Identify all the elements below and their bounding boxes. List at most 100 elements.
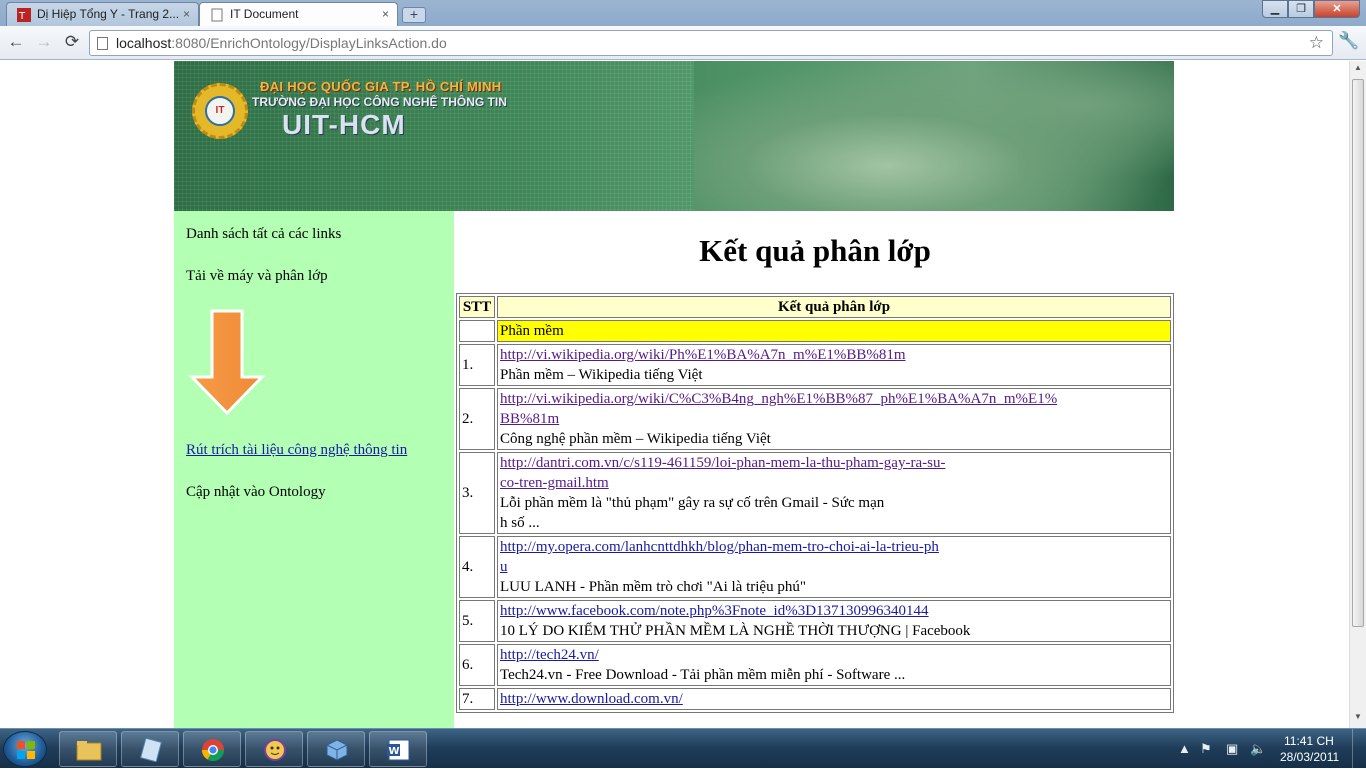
result-description: LUU LANH - Phần mềm trò chơi "Ai là triệ… (500, 579, 806, 595)
windows-logo-icon (17, 741, 35, 759)
result-link[interactable]: http://my.opera.com/lanhcnttdhkh/blog/ph… (500, 537, 1168, 557)
show-hidden-icon[interactable]: ▲ (1178, 741, 1191, 756)
result-link[interactable]: http://dantri.com.vn/c/s119-461159/loi-p… (500, 453, 1168, 473)
row-content: http://tech24.vn/ Tech24.vn - Free Downl… (497, 644, 1171, 686)
sidebar-item-download-classify: Tải về máy và phân lớp (186, 268, 328, 284)
result-description: Lỗi phần mềm là "thủ phạm" gây ra sự cố … (500, 495, 885, 511)
row-content: http://my.opera.com/lanhcnttdhkh/blog/ph… (497, 536, 1171, 598)
word-icon: W (387, 739, 410, 761)
close-window-button[interactable]: ✕ (1314, 0, 1360, 18)
banner-short-name: UIT-HCM (282, 109, 406, 140)
tab-di-hiep-tong-y[interactable]: T Dị Hiệp Tổng Y - Trang 2... × (6, 2, 199, 26)
page-icon (97, 37, 108, 50)
university-logo: IT (192, 83, 248, 139)
table-header-row: STT Kết quả phân lớp (459, 296, 1171, 318)
row-content: http://www.facebook.com/note.php%3Fnote_… (497, 600, 1171, 642)
back-button[interactable]: ← (5, 31, 27, 53)
result-link[interactable]: BB%81m (500, 409, 1168, 429)
result-link[interactable]: http://www.facebook.com/note.php%3Fnote_… (500, 601, 1168, 621)
category-row: Phần mềm (459, 320, 1171, 342)
table-row: 7. http://www.download.com.vn/ (459, 688, 1171, 710)
table-row: 3. http://dantri.com.vn/c/s119-461159/loi… (459, 452, 1171, 534)
row-number: 7. (459, 688, 495, 710)
notepad-icon (140, 738, 162, 762)
result-link[interactable]: u (500, 557, 1168, 577)
clock-time[interactable]: 11:41 CH (1284, 734, 1334, 748)
page-viewport: IT ĐẠI HỌC QUỐC GIA TP. HỒ CHÍ MINH TRƯỜ… (0, 61, 1366, 728)
flag-icon[interactable]: ⚑ (1200, 741, 1212, 757)
main-content: Kết quả phân lớp STT Kết quả phân lớp Ph… (456, 211, 1174, 728)
results-table: STT Kết quả phân lớp Phần mềm 1. http://v… (456, 293, 1174, 713)
taskbar-word[interactable]: W (369, 731, 427, 767)
maximize-button[interactable]: ❐ (1288, 0, 1314, 18)
svg-text:W: W (389, 746, 400, 757)
row-content: http://dantri.com.vn/c/s119-461159/loi-p… (497, 452, 1171, 534)
sidebar: Danh sách tất cả các links Tải về máy và… (174, 211, 454, 728)
result-link[interactable]: http://tech24.vn/ (500, 645, 1168, 665)
wrench-menu-icon[interactable]: 🔧 (1338, 31, 1359, 51)
taskbar-chrome[interactable] (183, 731, 241, 767)
taskbar-yahoo[interactable] (245, 731, 303, 767)
header-stt: STT (459, 296, 495, 318)
reload-button[interactable]: ⟳ (61, 31, 83, 53)
row-number: 2. (459, 388, 495, 450)
tab-close-icon[interactable]: × (183, 3, 190, 26)
tab-close-icon[interactable]: × (382, 3, 389, 26)
result-link[interactable]: http://vi.wikipedia.org/wiki/C%C3%B4ng_n… (500, 389, 1168, 409)
category-label: Phần mềm (497, 320, 1171, 342)
table-row: 1. http://vi.wikipedia.org/wiki/Ph%E1%BA%… (459, 344, 1171, 386)
logo-mark: IT (205, 96, 235, 126)
scroll-down-icon[interactable]: ▼ (1352, 712, 1364, 726)
yahoo-messenger-icon (264, 739, 286, 761)
forward-button[interactable]: → (33, 31, 55, 53)
volume-icon[interactable]: 🔈 (1250, 741, 1266, 757)
table-row: 2. http://vi.wikipedia.org/wiki/C%C3%B4ng… (459, 388, 1171, 450)
site-favicon-icon: T (17, 8, 31, 22)
chrome-icon (202, 739, 224, 761)
table-row: 6. http://tech24.vn/ Tech24.vn - Free Dow… (459, 644, 1171, 686)
down-arrow-icon (188, 309, 266, 416)
row-content: http://vi.wikipedia.org/wiki/C%C3%B4ng_n… (497, 388, 1171, 450)
tab-it-document[interactable]: IT Document × (199, 2, 398, 26)
result-description: Tech24.vn - Free Download - Tải phần mềm… (500, 667, 906, 683)
result-link[interactable]: co-tren-gmail.htm (500, 473, 1168, 493)
row-number: 4. (459, 536, 495, 598)
site-banner: IT ĐẠI HỌC QUỐC GIA TP. HỒ CHÍ MINH TRƯỜ… (174, 61, 1174, 211)
clock-date[interactable]: 28/03/2011 (1280, 750, 1339, 764)
taskbar-virtualbox[interactable] (307, 731, 365, 767)
row-content: http://www.download.com.vn/ (497, 688, 1171, 710)
url-path: :8080/EnrichOntology/DisplayLinksAction.… (171, 35, 447, 51)
show-desktop-button[interactable] (1352, 729, 1366, 769)
svg-text:T: T (18, 11, 26, 22)
table-row: 4. http://my.opera.com/lanhcnttdhkh/blog/… (459, 536, 1171, 598)
row-number: 6. (459, 644, 495, 686)
scroll-up-icon[interactable]: ▲ (1352, 63, 1364, 77)
result-description: Công nghệ phần mềm – Wikipedia tiếng Việ… (500, 431, 771, 447)
result-link[interactable]: http://www.download.com.vn/ (500, 689, 1168, 709)
result-description: h số ... (500, 515, 540, 531)
network-icon[interactable]: ▣ (1226, 741, 1238, 757)
url-host: localhost (116, 35, 172, 51)
row-number: 1. (459, 344, 495, 386)
results-body: Phần mềm 1. http://vi.wikipedia.org/wiki/… (459, 320, 1171, 710)
result-description: 10 LÝ DO KIỂM THỬ PHẦN MỀM LÀ NGHỀ THỜI … (500, 623, 971, 639)
page-icon (211, 8, 223, 22)
start-button[interactable] (3, 731, 47, 767)
banner-school-name: TRƯỜNG ĐẠI HỌC CÔNG NGHỆ THÔNG TIN (252, 95, 507, 109)
minimize-button[interactable]: ▁ (1262, 0, 1288, 18)
sidebar-link-extract-documents[interactable]: Rút trích tài liệu công nghệ thông tin (186, 442, 407, 459)
result-link[interactable]: http://vi.wikipedia.org/wiki/Ph%E1%BA%A7… (500, 345, 1168, 365)
bookmark-star-icon[interactable]: ☆ (1309, 31, 1324, 55)
header-result: Kết quả phân lớp (497, 296, 1171, 318)
row-number: 3. (459, 452, 495, 534)
taskbar-explorer[interactable] (59, 731, 117, 767)
tab-title: Dị Hiệp Tổng Y - Trang 2... (37, 7, 180, 21)
sidebar-item-all-links: Danh sách tất cả các links (186, 226, 342, 242)
taskbar-notepad[interactable] (121, 731, 179, 767)
browser-tab-strip: T Dị Hiệp Tổng Y - Trang 2... × IT Docum… (0, 0, 1366, 26)
new-tab-button[interactable]: + (402, 7, 426, 23)
scroll-thumb[interactable] (1352, 79, 1364, 627)
vertical-scrollbar[interactable]: ▲ ▼ (1349, 61, 1366, 728)
address-bar[interactable]: localhost:8080/EnrichOntology/DisplayLin… (89, 30, 1333, 56)
table-row: 5. http://www.facebook.com/note.php%3Fnot… (459, 600, 1171, 642)
